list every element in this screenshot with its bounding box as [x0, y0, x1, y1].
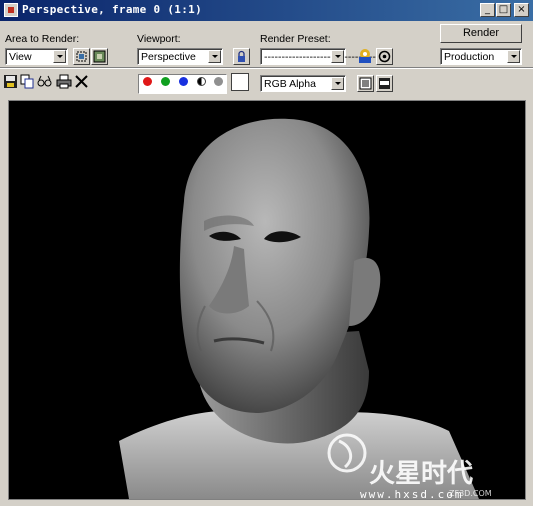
window-title: Perspective, frame 0 (1:1): [22, 3, 202, 16]
production-value: Production: [444, 51, 495, 63]
toggle-ui-button[interactable]: [376, 75, 393, 92]
area-to-render-label: Area to Render:: [5, 33, 80, 45]
clear-button[interactable]: [74, 74, 91, 91]
render-button[interactable]: Render: [440, 24, 522, 43]
auto-region-button[interactable]: [91, 48, 108, 65]
region-icon: [76, 51, 87, 62]
area-to-render-select[interactable]: View: [5, 48, 68, 65]
chevron-down-icon: [507, 50, 520, 63]
clone-icon: [37, 75, 52, 87]
channel-display-value: RGB Alpha: [264, 78, 316, 90]
edit-region-button[interactable]: [73, 48, 90, 65]
save-image-button[interactable]: [3, 74, 20, 91]
close-x-icon: [75, 75, 88, 88]
gear-icon: [378, 50, 391, 63]
blue-channel-toggle[interactable]: [179, 77, 188, 86]
copy-icon: [20, 74, 34, 89]
viewport-value: Perspective: [141, 51, 196, 63]
viewport-select[interactable]: Perspective: [137, 48, 223, 65]
print-image-button[interactable]: [56, 74, 73, 91]
lock-icon: [238, 50, 245, 62]
render-frame-window: Perspective, frame 0 (1:1) _ □ × Area to…: [0, 0, 533, 506]
floppy-icon: [4, 75, 17, 88]
watermark-url: www.hxsd.com: [360, 488, 464, 501]
overlay-icon: [359, 77, 372, 90]
printer-icon: [56, 74, 72, 89]
green-channel-toggle[interactable]: [161, 77, 170, 86]
close-button[interactable]: ×: [514, 3, 529, 17]
red-channel-toggle[interactable]: [143, 77, 152, 86]
color-swatch[interactable]: [231, 73, 249, 91]
app-icon: [4, 3, 18, 17]
render-preset-label: Render Preset:: [260, 33, 331, 45]
alpha-channel-toggle[interactable]: [197, 77, 206, 86]
environment-button[interactable]: [357, 46, 375, 66]
chevron-down-icon: [208, 50, 221, 63]
chevron-down-icon: [331, 77, 344, 90]
copy-image-button[interactable]: [20, 74, 37, 91]
clone-window-button[interactable]: [37, 74, 54, 91]
lock-viewport-button[interactable]: [233, 48, 250, 65]
toolbar-separator: [0, 67, 533, 69]
title-bar[interactable]: Perspective, frame 0 (1:1) _ □ ×: [0, 0, 533, 21]
chevron-down-icon: [331, 50, 344, 63]
minimize-button[interactable]: _: [480, 3, 495, 17]
mono-channel-toggle[interactable]: [214, 77, 223, 86]
channel-display-select[interactable]: RGB Alpha: [260, 75, 346, 92]
watermark-brand: 火星时代: [369, 459, 474, 489]
render-preset-select[interactable]: --------------------------------: [260, 48, 376, 65]
viewport-label: Viewport:: [137, 33, 181, 45]
maximize-button[interactable]: □: [496, 3, 511, 17]
toggle-ui-overlay-button[interactable]: [357, 75, 374, 92]
area-to-render-value: View: [9, 51, 32, 63]
production-select[interactable]: Production: [440, 48, 522, 65]
render-viewport[interactable]: 火星时代 ZF3D.COM: [8, 100, 526, 500]
chevron-down-icon: [53, 50, 66, 63]
auto-region-icon: [93, 50, 106, 63]
render-setup-button[interactable]: [376, 48, 393, 65]
teapot-icon: [359, 49, 371, 63]
rendered-head-image: [119, 118, 479, 499]
ui-toggle-icon: [379, 78, 390, 89]
